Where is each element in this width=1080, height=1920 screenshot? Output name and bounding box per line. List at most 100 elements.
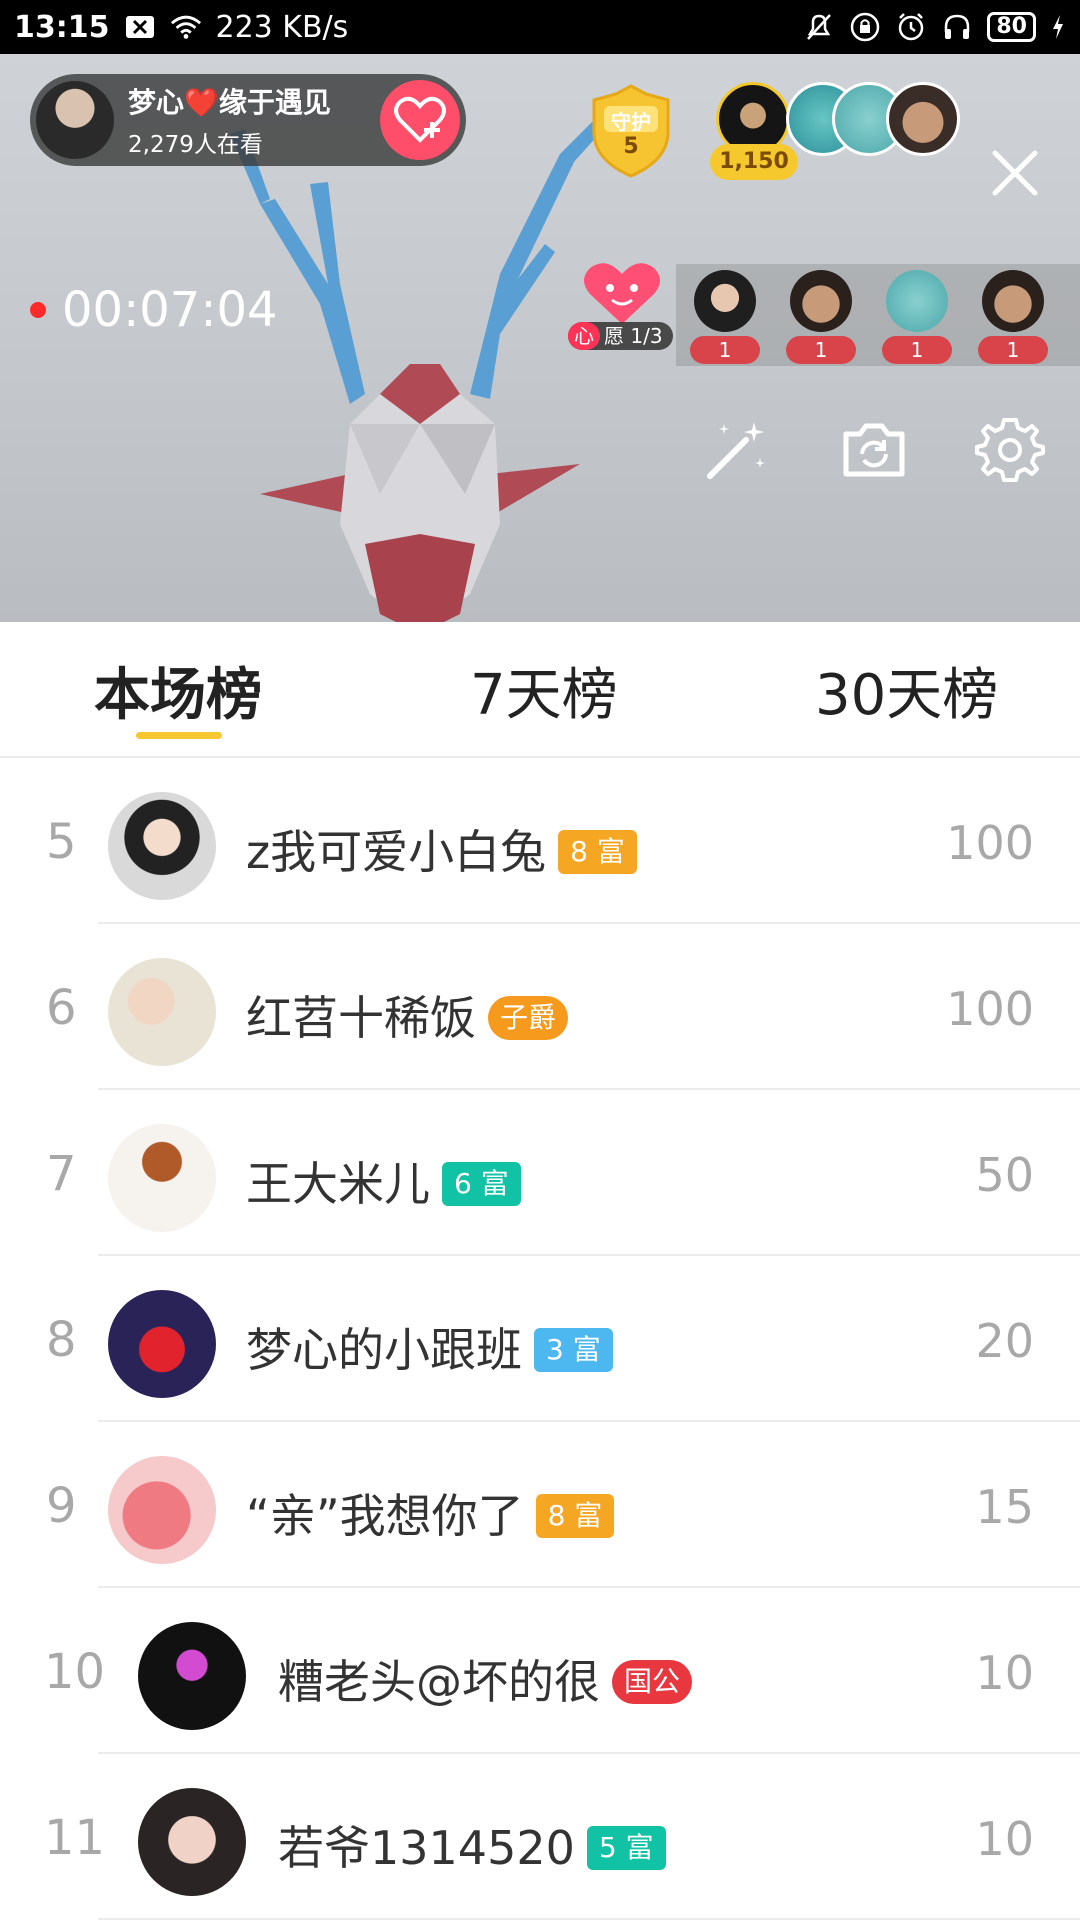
rank-number: 7 [46,1146,77,1202]
username-text: 若爷1314520 [278,1821,575,1875]
ranking-tabs: 本场榜 7天榜 30天榜 [0,622,1080,758]
score: 15 [975,1480,1034,1534]
username[interactable]: 梦心的小跟班 3 富 [246,1314,613,1380]
username[interactable]: 红苕十稀饭 子爵 [246,982,569,1048]
recording-dot [30,302,46,318]
net-speed: 223 KB/s [215,9,349,45]
live-timer: 00:07:04 [30,282,278,338]
contributor-count: 1 [786,336,856,364]
avatar[interactable] [138,1788,246,1896]
avatar[interactable] [108,792,216,900]
username-text: 梦心的小跟班 [246,1323,522,1377]
contributor-1[interactable]: 1 [690,270,760,364]
contributor-avatar [982,270,1044,332]
host-avatar[interactable] [36,81,114,159]
contributor-avatar [886,270,948,332]
level-badge: 3 富 [534,1327,613,1372]
tab-30-days[interactable]: 30天榜 [815,650,998,731]
camera-switch-icon[interactable] [838,414,910,486]
list-item[interactable]: 11 若爷1314520 5 富 10 [0,1756,1080,1920]
alarm-icon [895,11,927,43]
username-text: 糟老头@坏的很 [278,1655,600,1709]
level-badge: 5 富 [586,1825,666,1870]
headphones-icon [941,11,973,43]
title-badge: 国公 [612,1659,693,1704]
title-badge: 子爵 [488,995,569,1040]
list-item[interactable]: 9 “亲”我想你了 8 富 15 [0,1424,1080,1588]
guard-count: 5 [623,134,639,159]
avatar[interactable] [108,958,216,1066]
ranking-list[interactable]: 5 z我可爱小白兔 8 富 100 6 红苕十稀饭 子爵 100 7 王大米儿 6 富… [0,760,1080,1920]
score: 100 [946,982,1034,1036]
battery-icon: 80 [987,12,1036,42]
contributor-avatar [790,270,852,332]
level-badge: 8 富 [558,829,637,874]
row-divider [98,1752,1080,1754]
row-divider [98,1420,1080,1422]
list-item[interactable]: 5 z我可爱小白兔 8 富 100 [0,760,1080,924]
contributor-strip[interactable]: 1 1 1 1 [676,264,1080,366]
level-badge: 6 富 [442,1161,521,1206]
row-divider [98,1254,1080,1256]
level-badge: 8 富 [535,1493,615,1538]
rank-number: 8 [46,1312,77,1368]
wish-progress: 心 愿 1/3 [568,322,673,350]
wish-text: 愿 1/3 [604,324,663,348]
host-name: 梦心❤️缘于遇见 [128,86,331,119]
host-info-pill[interactable]: 梦心❤️缘于遇见 2,279人在看 [30,74,466,166]
active-tab-indicator [136,732,222,739]
score: 20 [975,1314,1034,1368]
wish-widget[interactable]: 心 愿 1/3 [568,260,673,350]
charging-icon [1050,11,1066,43]
avatar[interactable] [108,1124,216,1232]
username[interactable]: “亲”我想你了 8 富 [246,1480,615,1546]
contributor-2[interactable]: 1 [786,270,856,364]
row-divider [98,922,1080,924]
timer-text: 00:07:04 [62,282,278,338]
username[interactable]: 若爷1314520 5 富 [278,1812,666,1878]
username-text: 王大米儿 [246,1157,430,1211]
username[interactable]: 王大米儿 6 富 [246,1148,521,1214]
contributor-count: 1 [690,336,760,364]
contributor-count: 1 [978,336,1048,364]
list-item[interactable]: 8 梦心的小跟班 3 富 20 [0,1258,1080,1422]
tab-7-days[interactable]: 7天榜 [470,650,618,731]
contributor-4[interactable]: 1 [978,270,1048,364]
close-icon[interactable] [990,148,1040,198]
deer-head-decoration [230,114,610,622]
tab-current-session[interactable]: 本场榜 [94,650,262,731]
rank-number: 9 [46,1478,77,1534]
list-item[interactable]: 7 王大米儿 6 富 50 [0,1092,1080,1256]
username[interactable]: z我可爱小白兔 8 富 [246,816,637,882]
magic-wand-icon[interactable] [700,414,772,486]
username[interactable]: 糟老头@坏的很 国公 [278,1646,693,1712]
contributor-count: 1 [882,336,952,364]
settings-gear-icon[interactable] [974,414,1046,486]
list-item[interactable]: 6 红苕十稀饭 子爵 100 [0,926,1080,1090]
avatar[interactable] [138,1622,246,1730]
heart-plus-icon [394,96,446,143]
wish-tag: 心 [568,322,600,350]
viewer-avatar-4[interactable] [886,82,960,156]
score: 100 [946,816,1034,870]
coin-count: 1,150 [710,144,798,180]
rank-number: 6 [46,980,77,1036]
list-item[interactable]: 10 糟老头@坏的很 国公 10 [0,1590,1080,1754]
guard-label: 守护 [611,110,651,134]
contributor-3[interactable]: 1 [882,270,952,364]
mute-bell-icon [803,11,835,43]
score: 50 [975,1148,1034,1202]
rank-number: 11 [44,1810,106,1866]
guard-badge[interactable]: 守护 5 [588,84,674,178]
contributor-avatar [694,270,756,332]
row-divider [98,1088,1080,1090]
avatar[interactable] [108,1456,216,1564]
live-video[interactable]: 梦心❤️缘于遇见 2,279人在看 守护 5 1,150 00:07:04 心 … [0,54,1080,622]
avatar[interactable] [108,1290,216,1398]
viewer-count: 2,279人在看 [128,132,263,158]
status-time: 13:15 [14,9,110,45]
notification-x-icon [124,11,156,43]
heart-icon [584,263,660,324]
follow-button[interactable] [380,80,460,160]
status-bar: 13:15 223 KB/s 80 [0,0,1080,54]
